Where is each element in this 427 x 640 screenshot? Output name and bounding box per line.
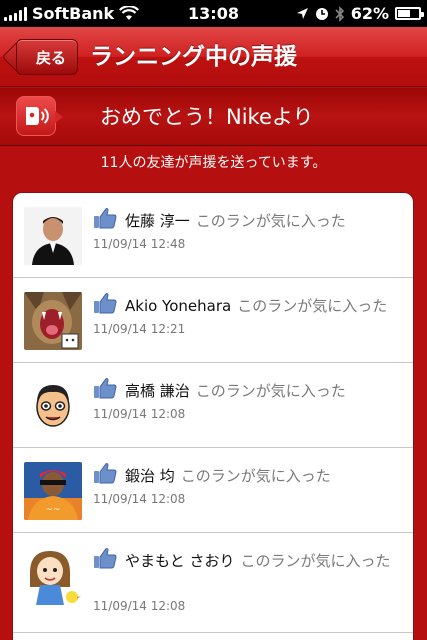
- friend-name[interactable]: 高橋 謙治: [125, 382, 190, 400]
- cheer-row[interactable]: やまもと さおり このランが気に入った 11/09/14 12:08: [13, 533, 413, 633]
- navigation-bar: 戻る ランニング中の声援: [0, 27, 427, 87]
- avatar[interactable]: [24, 377, 82, 435]
- banner-message: おめでとう！Nikeより: [100, 105, 314, 129]
- like-thumb-icon: [93, 547, 117, 569]
- timestamp: 11/09/14 12:08: [93, 407, 186, 421]
- action-text: このランが気に入った: [180, 467, 331, 485]
- status-left: SoftBank: [4, 4, 140, 23]
- wifi-icon: [119, 6, 140, 20]
- friend-name[interactable]: やまもと さおり: [125, 552, 234, 570]
- like-thumb-icon: [93, 207, 117, 229]
- timestamp: 11/09/14 12:08: [93, 599, 186, 613]
- cheer-text: 高橋 謙治 このランが気に入った: [125, 381, 403, 401]
- friend-name[interactable]: 佐藤 淳一: [125, 212, 190, 230]
- avatar[interactable]: [24, 292, 82, 350]
- status-right: 62%: [296, 4, 424, 23]
- bluetooth-icon: [335, 5, 344, 22]
- cheer-row[interactable]: ~~ 鍛治 均このランが気に入った 11/09/14 12:08: [13, 448, 413, 533]
- cheer-text: 鍛治 均このランが気に入った: [125, 466, 403, 486]
- carrier-label: SoftBank: [32, 4, 115, 23]
- cheer-banner: おめでとう！Nikeより: [0, 88, 427, 146]
- battery-percent: 62%: [350, 4, 389, 23]
- avatar[interactable]: ~~: [24, 462, 82, 520]
- cheer-list[interactable]: 佐藤 淳一 このランが気に入った 11/09/14 12:48 Akio Yoneha…: [12, 192, 414, 640]
- cheer-row[interactable]: 高橋 謙治 このランが気に入った 11/09/14 12:08: [13, 363, 413, 448]
- cheer-row[interactable]: 佐藤 淳一 このランが気に入った 11/09/14 12:48: [13, 193, 413, 278]
- cheer-row[interactable]: Akio Yonehara このランが気に入った 11/09/14 12:21: [13, 278, 413, 363]
- action-text: このランが気に入った: [240, 552, 391, 570]
- battery-icon: [395, 7, 424, 20]
- back-button[interactable]: 戻る: [16, 39, 78, 75]
- page-title: ランニング中の声援: [90, 44, 297, 70]
- alarm-clock-icon: [315, 7, 328, 20]
- friend-name[interactable]: 鍛治 均: [125, 467, 175, 485]
- svg-text:~~: ~~: [45, 505, 60, 515]
- cheer-text: 佐藤 淳一 このランが気に入った: [125, 211, 403, 231]
- timestamp: 11/09/14 12:08: [93, 492, 186, 506]
- location-arrow-icon: [296, 8, 308, 19]
- action-text: このランが気に入った: [195, 382, 346, 400]
- avatar[interactable]: [24, 207, 82, 265]
- timestamp: 11/09/14 12:48: [93, 237, 186, 251]
- like-thumb-icon: [93, 377, 117, 399]
- cheer-text: Akio Yonehara このランが気に入った: [125, 296, 403, 316]
- avatar[interactable]: [24, 547, 82, 605]
- timestamp: 11/09/14 12:21: [93, 322, 186, 336]
- action-text: このランが気に入った: [195, 212, 346, 230]
- like-thumb-icon: [93, 462, 117, 484]
- cheer-text: やまもと さおり このランが気に入った: [125, 551, 403, 571]
- action-text: このランが気に入った: [237, 297, 388, 315]
- friend-name[interactable]: Akio Yonehara: [125, 297, 231, 315]
- cheer-speaker-icon: [16, 96, 63, 136]
- like-thumb-icon: [93, 292, 117, 314]
- signal-icon: [4, 6, 27, 21]
- status-bar: SoftBank 13:08 62%: [0, 0, 427, 27]
- cheer-count-text: 11人の友達が声援を送っています。: [100, 155, 327, 171]
